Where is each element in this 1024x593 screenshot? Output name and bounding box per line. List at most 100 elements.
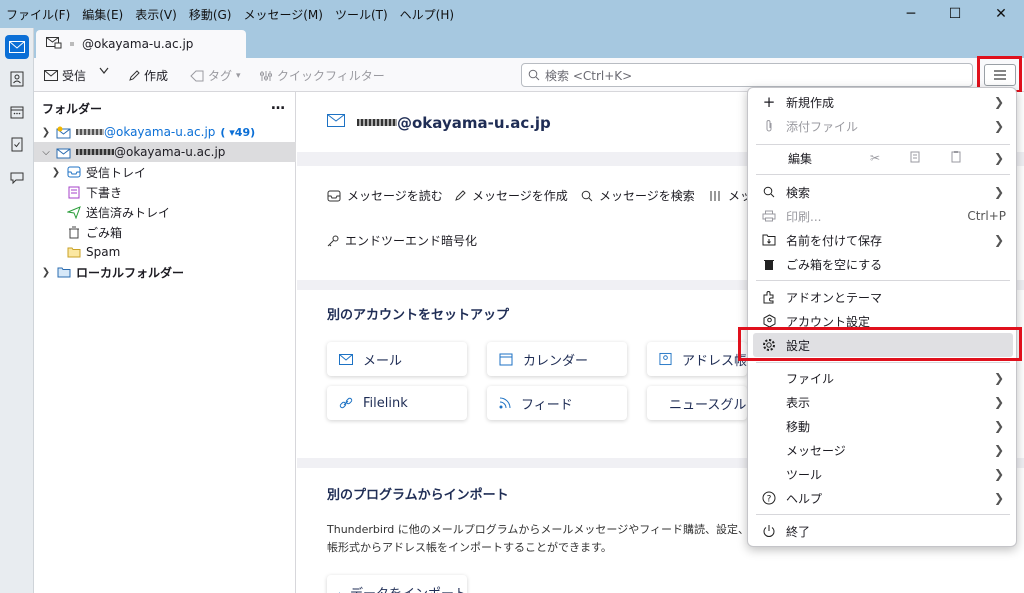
menu-tools-sub[interactable]: ツール ❯ (748, 462, 1018, 486)
folder-local[interactable]: ❯ ローカルフォルダー (34, 262, 296, 282)
chevron-right-icon: ❯ (993, 395, 1004, 409)
minimize-button[interactable]: ─ (888, 0, 934, 28)
chevron-right-icon[interactable]: ❯ (50, 167, 62, 178)
chevron-right-icon[interactable]: ❯ (40, 127, 52, 138)
setup-title: 別のアカウントをセットアップ (327, 308, 510, 323)
highlight-settings (738, 327, 1022, 361)
tasks-icon[interactable] (5, 132, 29, 156)
menu-addons[interactable]: アドオンとテーマ (748, 285, 1018, 309)
setup-newsgroup-button[interactable]: ニュースグル- (647, 386, 747, 420)
account-2-address: @okayama-u.ac.jp (114, 145, 226, 159)
search-input[interactable]: 検索 <Ctrl+K> (521, 63, 973, 87)
setup-address-book-button[interactable]: アドレス帳 (647, 342, 747, 376)
close-button[interactable]: ✕ (978, 0, 1024, 28)
folder-label: 下書き (86, 185, 123, 200)
inbox-icon (327, 190, 341, 201)
menu-print[interactable]: 印刷... Ctrl+P (748, 204, 1018, 228)
search-placeholder: 検索 <Ctrl+K> (545, 68, 633, 83)
folder-label: 受信トレイ (86, 165, 147, 180)
chevron-right-icon[interactable]: ❯ (40, 267, 52, 278)
menu-separator (756, 280, 1010, 281)
folder-trash[interactable]: ごみ箱 (34, 222, 296, 242)
write-message-action[interactable]: メッセージを作成 (454, 187, 568, 204)
menu-message-sub[interactable]: メッセージ ❯ (748, 438, 1018, 462)
menu-quit[interactable]: 終了 (748, 519, 1018, 543)
menu-view[interactable]: 表示(V) (129, 6, 183, 23)
drafts-icon (66, 185, 82, 199)
folder-drafts[interactable]: 下書き (34, 182, 296, 202)
mail-space-icon[interactable] (5, 35, 29, 59)
maximize-button[interactable]: ☐ (932, 0, 978, 28)
menu-view-sub[interactable]: 表示 ❯ (748, 390, 1018, 414)
chevron-right-icon[interactable]: ❯ (994, 151, 1004, 165)
folder-account-1[interactable]: ❯ @okayama-u.ac.jp ( ▾49) (34, 122, 296, 142)
folder-label: 送信済みトレイ (86, 205, 171, 220)
message-filters-action[interactable]: メッ (708, 187, 752, 204)
key-icon (327, 235, 339, 246)
folder-sent[interactable]: 送信済みトレイ (34, 202, 296, 222)
folder-pane-title: フォルダー (42, 102, 103, 116)
setup-filelink-button[interactable]: Filelink (327, 386, 467, 420)
import-data-button[interactable]: データをインポート (327, 575, 467, 593)
chevron-right-icon: ❯ (993, 419, 1004, 433)
menu-edit[interactable]: 編集(E) (76, 6, 129, 23)
action-label: メッセージを作成 (472, 189, 568, 203)
chevron-right-icon: ❯ (993, 467, 1004, 481)
e2e-encryption-action[interactable]: エンドツーエンド暗号化 (327, 232, 477, 249)
tag-icon (190, 70, 204, 81)
quick-filter-button[interactable]: クイックフィルター (259, 67, 385, 84)
cut-icon[interactable]: ✂ (870, 151, 880, 165)
import-description-2: 帳形式からアドレス帳をインポートすることができます。 (327, 541, 612, 554)
tag-button[interactable]: タグ ▾ (190, 67, 241, 84)
get-mail-button[interactable]: 受信 (44, 67, 86, 84)
setup-feed-button[interactable]: フィード (487, 386, 627, 420)
write-button[interactable]: 作成 (128, 67, 168, 84)
menu-go[interactable]: 移動(G) (183, 6, 238, 23)
pencil-icon (455, 189, 466, 201)
menu-file-sub[interactable]: ファイル ❯ (748, 366, 1018, 390)
import-title: 別のプログラムからインポート (327, 488, 509, 503)
svg-text:?: ? (767, 495, 772, 505)
chevron-right-icon: ❯ (993, 233, 1004, 247)
menu-file[interactable]: ファイル(F) (0, 6, 76, 23)
menu-empty-trash[interactable]: ごみ箱を空にする (748, 252, 1018, 276)
menu-find[interactable]: 検索 ❯ (748, 180, 1018, 204)
action-label: エンドツーエンド暗号化 (345, 234, 478, 248)
folder-spam[interactable]: Spam (34, 242, 296, 262)
tab-label: @okayama-u.ac.jp (82, 37, 194, 51)
folder-inbox[interactable]: ❯ 受信トレイ (34, 162, 296, 182)
chat-icon[interactable] (5, 166, 29, 190)
menu-tools[interactable]: ツール(T) (329, 6, 394, 23)
menu-help-sub[interactable]: ? ヘルプ ❯ (748, 486, 1018, 510)
rss-icon (499, 397, 511, 409)
folder-label: Spam (86, 245, 121, 259)
app-menu-popup: + 新規作成 ❯ 添付ファイル ❯ 編集 ✂ ❯ 検索 ❯ 印刷... Ctrl+P 名前… (747, 87, 1017, 547)
menu-message[interactable]: メッセージ(M) (237, 6, 328, 23)
get-mail-dropdown[interactable] (99, 67, 109, 75)
paste-icon[interactable] (951, 150, 961, 166)
copy-icon[interactable] (910, 151, 920, 166)
calendar-icon[interactable] (5, 100, 29, 124)
menu-new[interactable]: + 新規作成 ❯ (748, 90, 1018, 114)
menu-go-sub[interactable]: 移動 ❯ (748, 414, 1018, 438)
folder-label: ローカルフォルダー (76, 265, 185, 280)
menu-save-as[interactable]: 名前を付けて保存 ❯ (748, 228, 1018, 252)
folder-account-2[interactable]: ⌵ @okayama-u.ac.jp (34, 142, 296, 162)
chevron-down-icon[interactable]: ⌵ (40, 147, 52, 158)
printer-icon (758, 210, 780, 222)
setup-calendar-button[interactable]: カレンダー (487, 342, 627, 376)
setup-email-button[interactable]: メール (327, 342, 467, 376)
button-label: メール (363, 353, 403, 369)
chevron-right-icon: ❯ (993, 185, 1004, 199)
redacted-text (76, 129, 104, 135)
inbox-icon (66, 165, 82, 179)
menu-attachments[interactable]: 添付ファイル ❯ (748, 114, 1018, 138)
address-book-icon[interactable] (5, 67, 29, 91)
tab-account[interactable]: @okayama-u.ac.jp (36, 30, 246, 58)
search-messages-action[interactable]: メッセージを検索 (581, 187, 695, 204)
tag-label: タグ (208, 69, 233, 83)
menu-help[interactable]: ヘルプ(H) (394, 6, 460, 23)
folder-more-button[interactable]: … (271, 97, 285, 113)
account-email: @okayama-u.ac.jp (397, 114, 551, 132)
read-messages-action[interactable]: メッセージを読む (327, 187, 443, 204)
